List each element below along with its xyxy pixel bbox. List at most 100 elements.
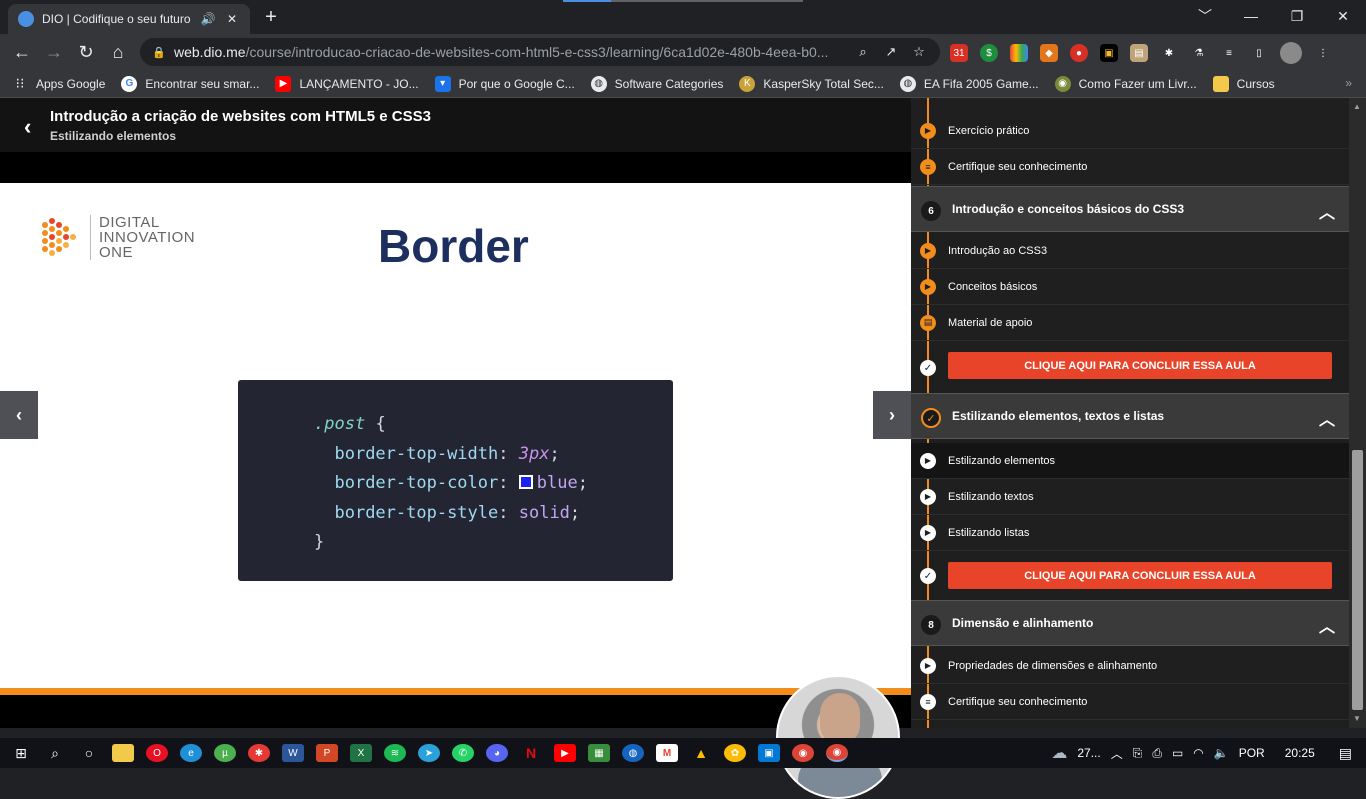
edge-icon[interactable]: e [180, 744, 202, 762]
extension-calendar-icon[interactable]: 31 [950, 44, 968, 62]
chevron-up-icon[interactable]: ︿ [1319, 613, 1335, 637]
module-header[interactable]: 8 Dimensão e alinhamento ︿ [911, 600, 1349, 646]
star-icon[interactable]: ☆ [910, 44, 928, 60]
chevron-up-icon[interactable]: ︿ [1319, 406, 1335, 430]
new-tab-button[interactable]: + [260, 6, 282, 29]
wifi-icon[interactable]: ◠ [1193, 746, 1203, 760]
bookmark-google-chrome[interactable]: ▾ Por que o Google C... [434, 75, 575, 92]
bookmark-apps-google[interactable]: ⁝⁝ Apps Google [12, 75, 106, 92]
lesson-item[interactable]: ▤ Material de apoio [911, 305, 1349, 341]
side-panel-icon[interactable]: ▯ [1250, 44, 1268, 62]
word-icon[interactable]: W [282, 744, 304, 762]
clock[interactable]: 20:25 [1285, 746, 1315, 760]
lesson-item[interactable]: ▶ Introdução ao CSS3 [911, 233, 1349, 269]
lesson-item[interactable]: ▶ Conceitos básicos [911, 269, 1349, 305]
lesson-item[interactable]: ▶ Estilizando textos [911, 479, 1349, 515]
extension-dollar-icon[interactable]: $ [980, 44, 998, 62]
conclude-lesson-button[interactable]: CLIQUE AQUI PARA CONCLUIR ESSA AULA [948, 352, 1332, 379]
bookmark-software-categories[interactable]: ◍ Software Categories [590, 75, 723, 92]
scrollbar-thumb[interactable] [1352, 450, 1363, 710]
windows-start-icon[interactable]: ⊞ [10, 744, 32, 762]
media-list-icon[interactable]: ≡ [1220, 44, 1238, 62]
more-bookmarks-icon[interactable]: » [1345, 76, 1352, 90]
bookmark-youtube[interactable]: ▶ LANÇAMENTO - JO... [275, 75, 419, 92]
next-lesson-button[interactable]: › [873, 391, 911, 439]
google-photos-icon[interactable]: ✿ [724, 744, 746, 762]
tab-search-button[interactable]: ﹀ [1182, 0, 1228, 32]
address-bar[interactable]: 🔒 web.dio.me/course/introducao-criacao-d… [140, 38, 940, 66]
bookmark-livro[interactable]: ◉ Como Fazer um Livr... [1054, 75, 1197, 92]
menu-kebab-icon[interactable]: ⋮ [1314, 44, 1332, 62]
weather-cloud-icon[interactable]: ☁ [1051, 743, 1067, 763]
close-tab-icon[interactable]: ✕ [224, 12, 240, 26]
app-blue-icon[interactable]: ◍ [622, 744, 644, 762]
lock-icon[interactable]: 🔒 [152, 46, 166, 59]
bookmark-fifa[interactable]: ◍ EA Fifa 2005 Game... [899, 75, 1039, 92]
lesson-item[interactable]: ▶ Exercício prático [911, 113, 1349, 149]
scroll-up-icon[interactable]: ▲ [1353, 102, 1361, 111]
lab-flask-icon[interactable]: ⚗ [1190, 44, 1208, 62]
extension-red-icon[interactable]: ● [1070, 44, 1088, 62]
home-button[interactable]: ⌂ [106, 40, 130, 64]
module-header[interactable]: 6 Introdução e conceitos básicos do CSS3… [911, 186, 1349, 232]
extensions-puzzle-icon[interactable]: ✱ [1160, 44, 1178, 62]
previous-lesson-button[interactable]: ‹ [0, 391, 38, 439]
excel-icon[interactable]: X [350, 744, 372, 762]
usb-icon[interactable]: ⎘ [1133, 746, 1143, 761]
task-view-icon[interactable]: ○ [78, 744, 100, 762]
opera-icon[interactable]: O [146, 744, 168, 762]
chevron-up-icon[interactable]: ︿ [1319, 199, 1335, 223]
search-icon[interactable]: ⌕ [44, 744, 66, 762]
browser-tab-active[interactable]: DIO | Codifique o seu futuro 🔊 ✕ [8, 4, 250, 34]
chevron-up-icon[interactable]: ︿ [1111, 745, 1123, 762]
whatsapp-icon[interactable]: ✆ [452, 744, 474, 762]
discord-icon[interactable]: ◕ [486, 744, 508, 762]
close-window-button[interactable]: ✕ [1320, 0, 1366, 32]
forward-button[interactable]: → [42, 40, 66, 64]
search-icon[interactable]: ⌕ [854, 44, 872, 60]
reload-button[interactable]: ↻ [74, 40, 98, 64]
profile-avatar[interactable] [1280, 42, 1302, 64]
app-red-icon[interactable]: ✱ [248, 744, 270, 762]
app-green-icon[interactable]: ▦ [588, 744, 610, 762]
battery-icon[interactable]: ▭ [1172, 746, 1183, 760]
back-chevron-icon[interactable]: ‹ [24, 114, 31, 140]
conclude-lesson-button[interactable]: CLIQUE AQUI PARA CONCLUIR ESSA AULA [948, 562, 1332, 589]
share-icon[interactable]: ↗ [882, 44, 900, 60]
metamask-icon[interactable]: ◆ [1040, 44, 1058, 62]
printer-icon[interactable]: ⎙ [1152, 746, 1162, 761]
lesson-item[interactable]: ≡ Certifique seu conhecimento [911, 684, 1349, 720]
remote-desktop-icon[interactable]: ▣ [758, 744, 780, 762]
speaker-icon[interactable]: 🔊 [200, 12, 216, 26]
extension-box-icon[interactable]: ▤ [1130, 44, 1148, 62]
scroll-down-icon[interactable]: ▼ [1353, 714, 1361, 723]
netflix-icon[interactable]: N [520, 744, 542, 762]
lesson-item[interactable]: ≡ Certifique seu conhecimento [911, 149, 1349, 185]
notification-icon[interactable]: ▤ [1339, 745, 1352, 762]
bookmark-kaspersky[interactable]: K KasperSky Total Sec... [739, 75, 884, 92]
weather-temperature[interactable]: 27... [1077, 746, 1100, 760]
video-player[interactable]: DIGITAL INNOVATION ONE Border .post { bo… [0, 183, 911, 799]
telegram-icon[interactable]: ➤ [418, 744, 440, 762]
chrome-active-icon[interactable]: ◉ [826, 744, 848, 762]
lesson-item[interactable]: ▶ Propriedades de dimensões e alinhament… [911, 648, 1349, 684]
spotify-icon[interactable]: ≋ [384, 744, 406, 762]
url-text[interactable]: web.dio.me/course/introducao-criacao-de-… [174, 44, 844, 60]
volume-icon[interactable]: 🔈 [1214, 746, 1229, 760]
back-button[interactable]: ← [10, 40, 34, 64]
chrome-icon[interactable]: ◉ [792, 744, 814, 762]
utorrent-icon[interactable]: µ [214, 744, 236, 762]
bookmark-google[interactable]: G Encontrar seu smar... [121, 75, 259, 92]
file-explorer-icon[interactable] [112, 744, 134, 762]
language-indicator[interactable]: POR [1239, 746, 1265, 760]
restore-button[interactable]: ❐ [1274, 0, 1320, 32]
page-scrollbar[interactable]: ▲ ▼ [1349, 98, 1366, 728]
google-drive-icon[interactable]: ▲ [690, 744, 712, 762]
extension-cube-icon[interactable]: ▣ [1100, 44, 1118, 62]
module-header[interactable]: ✓ Estilizando elementos, textos e listas… [911, 393, 1349, 439]
minimize-button[interactable]: — [1228, 0, 1274, 32]
lesson-item-active[interactable]: ▶ Estilizando elementos [911, 443, 1349, 479]
youtube-app-icon[interactable]: ▶ [554, 744, 576, 762]
lesson-item[interactable]: ▶ Estilizando listas [911, 515, 1349, 551]
gmail-icon[interactable]: M [656, 744, 678, 762]
